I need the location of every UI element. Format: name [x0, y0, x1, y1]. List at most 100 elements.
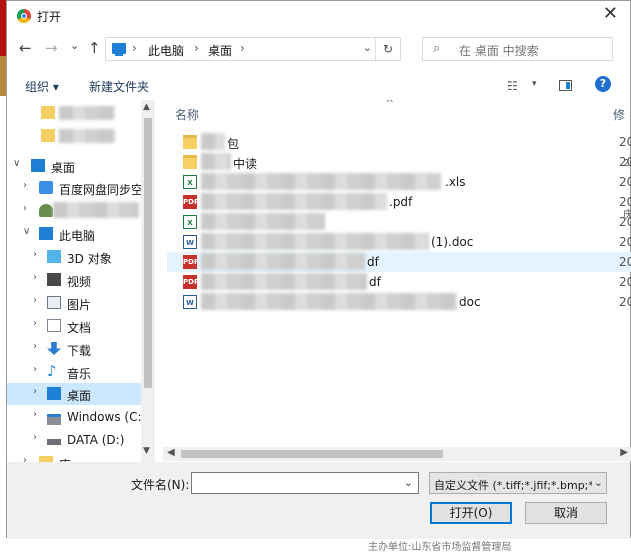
excel-file-icon: X	[183, 175, 197, 189]
expand-chevron-icon[interactable]: ›	[23, 180, 27, 191]
expand-chevron-icon[interactable]: ›	[23, 455, 27, 462]
refresh-icon[interactable]: ↻	[375, 38, 400, 60]
address-bar[interactable]: › 此电脑 › 桌面 › ⌄ ↻	[105, 37, 401, 61]
sidebar-item-desktop-root[interactable]: ∨ 桌面	[7, 155, 155, 177]
file-type-select[interactable]: 自定义文件 (*.tiff;*.jfif;*.bmp;*. ⌄	[429, 472, 607, 494]
sidebar-item-windows-c[interactable]: › Windows (C:)	[7, 406, 155, 428]
sidebar-item-label: DATA (D:)	[67, 433, 125, 447]
file-row[interactable]: X .xls 20	[167, 172, 631, 192]
expand-chevron-icon[interactable]: ›	[33, 364, 37, 375]
sidebar-item-videos[interactable]: › 视频	[7, 269, 155, 291]
sidebar-item-this-pc[interactable]: ∨ 此电脑	[7, 223, 155, 245]
sidebar-item-label: 桌面	[51, 161, 76, 175]
sidebar-item-data-d[interactable]: › DATA (D:)	[7, 429, 155, 451]
word-file-icon: W	[183, 295, 197, 309]
column-header-date[interactable]: 修	[613, 106, 625, 123]
expand-chevron-icon[interactable]: ›	[23, 203, 27, 214]
this-pc-icon	[112, 43, 126, 56]
up-arrow-icon[interactable]: ↑	[88, 40, 101, 56]
breadcrumb-separator[interactable]: ›	[240, 41, 245, 55]
breadcrumb-desktop[interactable]: 桌面	[208, 42, 232, 59]
navigation-bar: ← → ⌄ ↑ › 此电脑 › 桌面 › ⌄ ↻ ⌕ 在 桌面 中搜索	[7, 35, 630, 63]
file-row[interactable]: W (1).doc 20	[167, 232, 631, 252]
expand-chevron-icon[interactable]: ›	[33, 432, 37, 443]
expand-chevron-icon[interactable]: ∨	[13, 158, 20, 169]
column-header-name[interactable]: 名称	[175, 106, 199, 123]
pdf-file-icon: PDF	[183, 255, 199, 269]
sidebar-item-label: 下载	[67, 344, 92, 358]
breadcrumb-this-pc[interactable]: 此电脑	[148, 42, 184, 59]
scroll-down-icon[interactable]: ▼	[143, 446, 150, 456]
file-date: 20	[619, 295, 631, 309]
close-icon[interactable]: ✕	[603, 5, 618, 23]
filename-label: 文件名(N):	[131, 478, 190, 492]
expand-chevron-icon[interactable]: ›	[33, 318, 37, 329]
sidebar-item-3d-objects[interactable]: › 3D 对象	[7, 246, 155, 268]
expand-chevron-icon[interactable]: ›	[33, 272, 37, 283]
desktop-icon	[31, 159, 45, 172]
sidebar-item-libraries[interactable]: › 库	[7, 452, 155, 462]
quick-access-item[interactable]	[7, 102, 155, 124]
file-row[interactable]: X 20	[167, 212, 631, 232]
file-row[interactable]: W doc 20	[167, 292, 631, 312]
background-text: 2(	[623, 158, 631, 169]
sidebar-item-music[interactable]: › ♪ 音乐	[7, 361, 155, 383]
sidebar-item-desktop[interactable]: › 桌面	[7, 383, 155, 405]
expand-chevron-icon[interactable]: ›	[33, 386, 37, 397]
open-file-dialog: 打开 ✕ ← → ⌄ ↑ › 此电脑 › 桌面 › ⌄ ↻ ⌕ 在 桌面 中搜索…	[6, 0, 631, 539]
file-date: 20	[619, 275, 631, 289]
sidebar-item-user[interactable]: ›	[7, 200, 155, 222]
view-options-icon[interactable]: ☷	[507, 79, 518, 93]
scrollbar-thumb[interactable]	[181, 450, 443, 458]
file-row[interactable]: PDF df 20	[167, 272, 631, 292]
expand-chevron-icon[interactable]: ›	[33, 295, 37, 306]
organize-menu[interactable]: 组织 ▾	[25, 78, 59, 95]
help-icon[interactable]: ?	[595, 76, 611, 92]
sidebar-item-baidu-netdisk[interactable]: › 百度网盘同步空间	[7, 177, 155, 199]
open-button[interactable]: 打开(O)	[430, 502, 512, 524]
sort-ascending-icon: ^	[385, 100, 395, 110]
file-row[interactable]: 中读 20	[167, 152, 631, 172]
scroll-up-icon[interactable]: ▲	[143, 102, 150, 112]
file-row[interactable]: PDF .pdf 20	[167, 192, 631, 212]
preview-pane-icon[interactable]	[559, 80, 572, 91]
music-note-icon: ♪	[47, 362, 57, 380]
search-placeholder: 在 桌面 中搜索	[459, 44, 539, 58]
sidebar-item-label: 此电脑	[59, 229, 96, 243]
sidebar-item-pictures[interactable]: › 图片	[7, 292, 155, 314]
back-arrow-icon[interactable]: ←	[19, 40, 32, 56]
breadcrumb-separator[interactable]: ›	[194, 41, 199, 55]
dialog-title: 打开	[37, 10, 62, 24]
view-dropdown-icon[interactable]: ▾	[532, 79, 537, 89]
recent-locations-icon[interactable]: ⌄	[70, 38, 79, 54]
sidebar-scrollbar[interactable]: ▲ ▼	[141, 100, 155, 462]
scroll-left-icon[interactable]: ◀	[167, 447, 175, 458]
sidebar-item-downloads[interactable]: › 下载	[7, 338, 155, 360]
scroll-right-icon[interactable]: ▶	[620, 447, 628, 458]
quick-access-item[interactable]	[7, 125, 155, 147]
expand-chevron-icon[interactable]: ›	[33, 409, 37, 420]
word-file-icon: W	[183, 235, 197, 249]
forward-arrow-icon[interactable]: →	[45, 40, 58, 56]
cancel-button[interactable]: 取消	[525, 502, 607, 524]
redacted-name	[201, 173, 441, 190]
breadcrumb-separator[interactable]: ›	[132, 41, 137, 55]
pictures-icon	[47, 296, 61, 309]
filename-input[interactable]: ⌄	[191, 472, 419, 494]
file-row[interactable]: 包 20	[167, 132, 631, 152]
expand-chevron-icon[interactable]: ›	[33, 341, 37, 352]
file-row[interactable]: PDF df 20	[167, 252, 631, 272]
expand-chevron-icon[interactable]: ∨	[23, 226, 30, 237]
address-dropdown-icon[interactable]: ⌄	[363, 41, 372, 54]
expand-chevron-icon[interactable]: ›	[33, 249, 37, 260]
download-arrow-icon	[47, 342, 61, 355]
new-folder-button[interactable]: 新建文件夹	[89, 78, 149, 95]
search-box[interactable]: ⌕ 在 桌面 中搜索	[422, 37, 613, 61]
file-list-horizontal-scrollbar[interactable]: ◀ ▶	[163, 447, 631, 461]
file-type-dropdown-icon[interactable]: ⌄	[591, 476, 603, 489]
folder-icon	[41, 129, 55, 142]
sidebar-item-documents[interactable]: › 文档	[7, 315, 155, 337]
filename-dropdown-icon[interactable]: ⌄	[404, 476, 413, 489]
scrollbar-thumb[interactable]	[144, 118, 152, 388]
file-name: .xls	[445, 175, 466, 189]
